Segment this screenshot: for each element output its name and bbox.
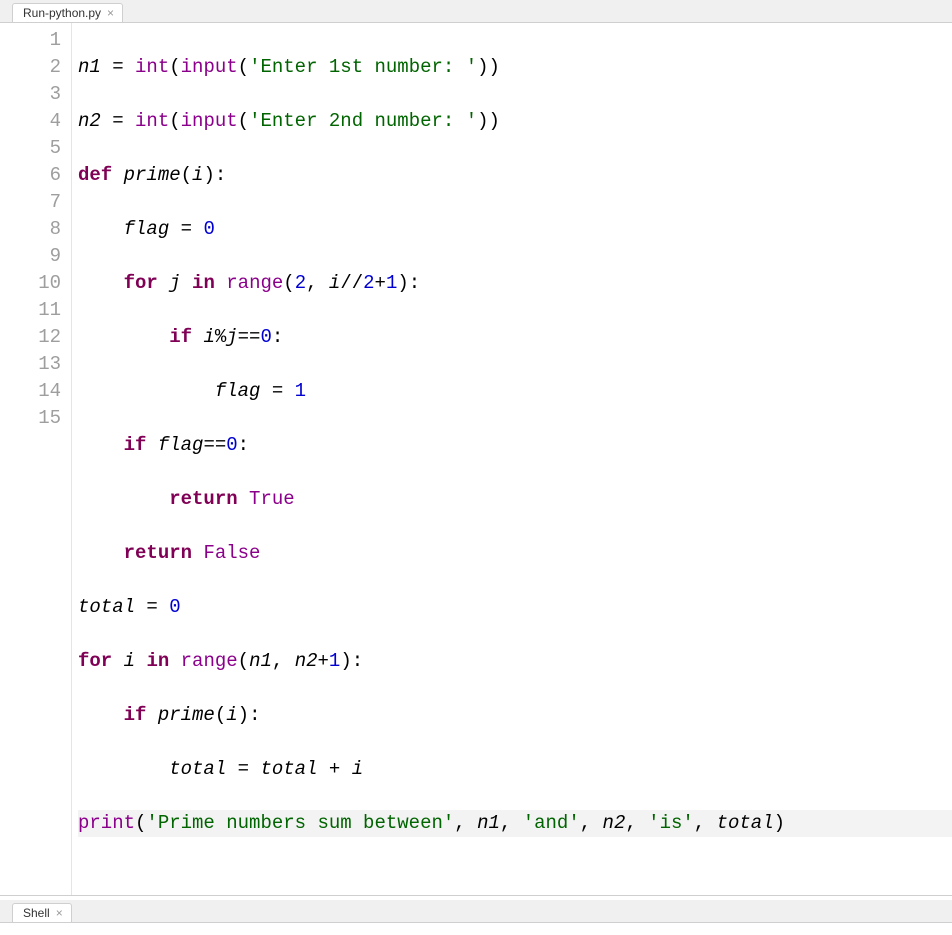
shell-tab[interactable]: Shell × — [12, 903, 72, 922]
editor-tab-label: Run-python.py — [23, 6, 101, 20]
shell-tab-bar: Shell × — [0, 900, 952, 923]
line-number: 2 — [4, 54, 61, 81]
line-number: 5 — [4, 135, 61, 162]
line-number: 10 — [4, 270, 61, 297]
code-line[interactable]: for i in range(n1, n2+1): — [78, 648, 952, 675]
line-gutter: 123456789101112131415 — [0, 23, 72, 895]
code-line[interactable]: if prime(i): — [78, 702, 952, 729]
line-number: 8 — [4, 216, 61, 243]
line-number: 6 — [4, 162, 61, 189]
code-area[interactable]: n1 = int(input('Enter 1st number: ')) n2… — [72, 23, 952, 895]
editor-tab-bar: Run-python.py × — [0, 0, 952, 23]
close-icon[interactable]: × — [56, 907, 63, 919]
shell-output[interactable]: Enter 1st number: 3Enter 2nd number: 4Pr… — [0, 923, 952, 935]
line-number: 3 — [4, 81, 61, 108]
line-number: 9 — [4, 243, 61, 270]
code-line[interactable]: flag = 0 — [78, 216, 952, 243]
editor-tab[interactable]: Run-python.py × — [12, 3, 123, 22]
line-number: 1 — [4, 27, 61, 54]
line-number: 12 — [4, 324, 61, 351]
code-line[interactable]: print('Prime numbers sum between', n1, '… — [78, 810, 952, 837]
code-line[interactable]: total = total + i — [78, 756, 952, 783]
line-number: 11 — [4, 297, 61, 324]
editor-pane: 123456789101112131415 n1 = int(input('En… — [0, 23, 952, 896]
code-line[interactable]: n2 = int(input('Enter 2nd number: ')) — [78, 108, 952, 135]
code-line[interactable]: total = 0 — [78, 594, 952, 621]
code-line[interactable]: flag = 1 — [78, 378, 952, 405]
code-line[interactable]: n1 = int(input('Enter 1st number: ')) — [78, 54, 952, 81]
code-line[interactable]: return True — [78, 486, 952, 513]
code-line[interactable]: for j in range(2, i//2+1): — [78, 270, 952, 297]
line-number: 14 — [4, 378, 61, 405]
code-line[interactable]: return False — [78, 540, 952, 567]
code-line[interactable]: if i%j==0: — [78, 324, 952, 351]
code-line[interactable]: def prime(i): — [78, 162, 952, 189]
line-number: 7 — [4, 189, 61, 216]
line-number: 4 — [4, 108, 61, 135]
close-icon[interactable]: × — [107, 7, 114, 19]
shell-tab-label: Shell — [23, 906, 50, 920]
shell-pane: Enter 1st number: 3Enter 2nd number: 4Pr… — [0, 923, 952, 935]
code-line[interactable]: if flag==0: — [78, 432, 952, 459]
line-number: 13 — [4, 351, 61, 378]
line-number: 15 — [4, 405, 61, 432]
